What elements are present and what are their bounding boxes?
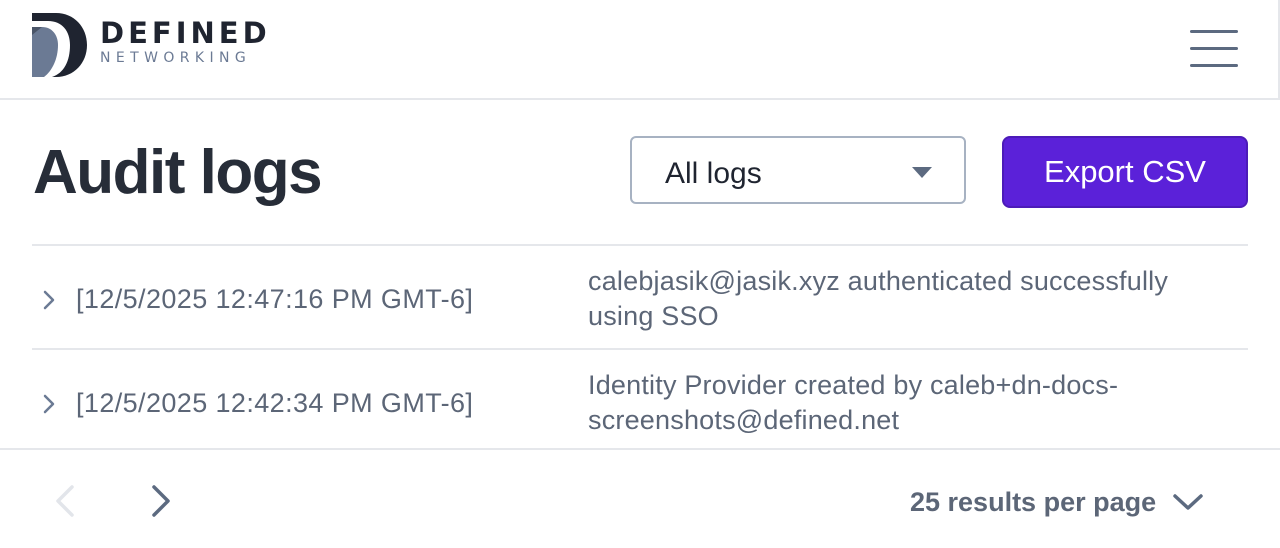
logo-wordmark: DEFINED NETWORKING — [100, 17, 271, 67]
chevron-right-icon[interactable] — [42, 290, 56, 310]
chevron-right-icon[interactable] — [42, 394, 56, 414]
log-filter-select[interactable]: All logs — [630, 136, 966, 204]
menu-bar-1 — [1190, 30, 1238, 33]
logo-name-line2: NETWORKING — [100, 50, 252, 66]
export-csv-button[interactable]: Export CSV — [1002, 136, 1248, 208]
hamburger-menu-icon[interactable] — [1188, 30, 1240, 68]
menu-bar-2 — [1190, 47, 1238, 50]
logo-mark-icon — [32, 13, 87, 77]
log-message: calebjasik@jasik.xyz authenticated succe… — [588, 266, 1169, 331]
results-per-page-select[interactable]: 25 results per page — [910, 486, 1204, 518]
pagination-bar: 25 results per page — [0, 448, 1280, 548]
audit-log-list: [12/5/2025 12:47:16 PM GMT-6] calebjasik… — [32, 244, 1248, 452]
log-timestamp: [12/5/2025 12:47:16 PM GMT-6] — [76, 284, 474, 314]
logo-name-line1: DEFINED — [100, 16, 271, 50]
page-title: Audit logs — [33, 138, 323, 207]
log-timestamp: [12/5/2025 12:42:34 PM GMT-6] — [76, 388, 474, 418]
chevron-right-icon[interactable] — [148, 484, 174, 518]
audit-log-row[interactable]: [12/5/2025 12:47:16 PM GMT-6] calebjasik… — [32, 244, 1248, 348]
defined-networking-logo[interactable]: DEFINED NETWORKING — [32, 13, 271, 77]
audit-log-row[interactable]: [12/5/2025 12:42:34 PM GMT-6] Identity P… — [32, 348, 1248, 452]
log-filter-value: All logs — [665, 157, 762, 190]
caret-down-icon — [912, 167, 932, 178]
results-per-page-label: 25 results per page — [910, 487, 1157, 517]
chevron-left-icon[interactable] — [52, 484, 78, 518]
app-header: DEFINED NETWORKING — [0, 0, 1280, 100]
menu-bar-3 — [1190, 64, 1238, 67]
chevron-down-icon — [1173, 494, 1203, 510]
log-message: Identity Provider created by caleb+dn-do… — [588, 370, 1119, 435]
